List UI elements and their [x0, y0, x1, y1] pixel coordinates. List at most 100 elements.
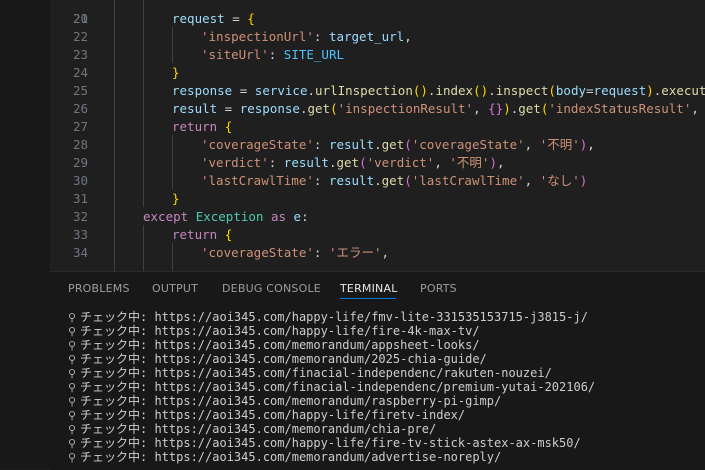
code-token: except [143, 209, 189, 224]
line-number: 31 [72, 191, 88, 206]
code-text: response = service.urlInspection().index… [172, 82, 705, 100]
code-token: request [172, 11, 225, 26]
code-token: ) [646, 83, 654, 98]
code-token: : [268, 47, 284, 62]
code-text: 'coverageState': 'エラー', [201, 244, 389, 262]
code-token: } [172, 65, 180, 80]
code-token: 'エラー' [328, 245, 382, 260]
code-line: 21 request = { [50, 10, 705, 28]
tab-debug-console[interactable]: DEBUG CONSOLE [222, 282, 321, 295]
terminal-line: ⚲ チェック中: https://aoi345.com/finacial-inde… [68, 366, 552, 380]
code-token: , [473, 101, 489, 116]
terminal-url: https://aoi345.com/memorandum/2025-chia-… [154, 352, 487, 366]
code-token: 'coverageState' [411, 137, 525, 152]
active-tab-indicator [340, 298, 396, 299]
line-number: 27 [72, 119, 88, 134]
code-token: : [268, 155, 284, 170]
code-token: body [555, 83, 587, 98]
code-token: : [313, 137, 329, 152]
code-token: ) [489, 155, 497, 170]
code-token: ) [579, 173, 588, 188]
terminal-prefix: チェック中: [80, 394, 155, 408]
code-token: inspect [495, 83, 549, 98]
code-text: request = { [172, 10, 255, 28]
magnifier-icon: ⚲ [68, 311, 77, 324]
code-token: result [172, 101, 218, 116]
code-token: index [435, 83, 474, 98]
terminal-prefix: チェック中: [80, 366, 155, 380]
terminal-prefix: チェック中: [80, 338, 155, 352]
code-token: 'indexStatusResult' [548, 101, 692, 116]
code-text: except Exception as e: [143, 208, 309, 226]
magnifier-icon: ⚲ [68, 437, 77, 450]
code-token: } [172, 191, 180, 206]
tab-ports[interactable]: PORTS [420, 282, 457, 295]
magnifier-icon: ⚲ [68, 353, 77, 366]
terminal-url: https://aoi345.com/memorandum/raspberry-… [154, 394, 502, 408]
tab-terminal[interactable]: TERMINAL [340, 282, 398, 295]
terminal-prefix: チェック中: [80, 436, 155, 450]
code-token: as [270, 209, 287, 224]
code-token: 'verdict' [201, 155, 269, 170]
magnifier-icon: ⚲ [68, 395, 77, 408]
terminal-url: https://aoi345.com/happy-life/fire-4k-ma… [154, 324, 480, 338]
code-line-partial-top: 20 [50, 0, 705, 26]
terminal-prefix: チェック中: [80, 422, 155, 436]
magnifier-icon: ⚲ [68, 451, 77, 464]
code-token: response [172, 83, 233, 98]
tab-output[interactable]: OUTPUT [152, 282, 198, 295]
code-token: = [224, 11, 248, 26]
code-token: , [691, 101, 705, 116]
terminal-line: ⚲ チェック中: https://aoi345.com/memorandum/ra… [68, 394, 501, 408]
code-token: , [524, 137, 540, 152]
code-line: 33 return { [50, 226, 705, 244]
code-token: ) [503, 101, 511, 116]
code-token: 'coverageState' [201, 245, 314, 260]
code-token: : [313, 29, 329, 44]
code-token: ( [404, 173, 412, 188]
code-token: result [328, 173, 375, 188]
code-token: , [496, 155, 505, 170]
indent-guide [172, 135, 173, 189]
code-text: 'inspectionUrl': target_url, [201, 28, 412, 46]
code-token: response [239, 101, 300, 116]
line-number: 33 [72, 227, 88, 242]
code-token: = [586, 83, 594, 98]
code-text: 'verdict': result.get('verdict', '不明'), [201, 154, 505, 172]
code-line: 30'lastCrawlTime': result.get('lastCrawl… [50, 172, 705, 190]
code-token: , [434, 155, 450, 170]
terminal-line: ⚲ チェック中: https://aoi345.com/memorandum/ad… [68, 450, 501, 464]
code-token: request [593, 83, 647, 98]
code-text: } [172, 190, 180, 208]
code-text: return { [172, 118, 232, 136]
code-token: () [412, 83, 428, 98]
terminal-line: ⚲ チェック中: https://aoi345.com/memorandum/ch… [68, 422, 436, 436]
code-token: ( [548, 83, 556, 98]
line-number: 34 [72, 245, 88, 260]
line-number: 24 [72, 65, 88, 80]
code-text: return { [172, 226, 232, 244]
line-number: 25 [72, 83, 88, 98]
line-number: 26 [72, 101, 88, 116]
panel-tabs: PROBLEMS OUTPUT DEBUG CONSOLE TERMINAL P… [50, 272, 705, 306]
code-token: 'siteUrl' [201, 47, 269, 62]
code-token: return [172, 119, 218, 134]
magnifier-icon: ⚲ [68, 367, 77, 380]
code-text: 'siteUrl': SITE_URL [201, 46, 344, 64]
terminal-prefix: チェック中: [80, 352, 155, 366]
code-token: get [518, 101, 541, 116]
code-token: { [224, 227, 233, 242]
terminal-prefix: チェック中: [80, 408, 155, 422]
code-token: = [232, 83, 255, 98]
code-editor[interactable]: 20 21 request = {22'inspectionUrl': targe… [50, 0, 705, 271]
code-token: . [374, 173, 382, 188]
code-line: 28'coverageState': result.get('coverageS… [50, 136, 705, 154]
code-line: 26 result = response.get('inspectionResul… [50, 100, 705, 118]
tab-problems[interactable]: PROBLEMS [68, 282, 130, 295]
code-token: : [301, 209, 309, 224]
code-token: return [172, 227, 218, 242]
code-token: 'lastCrawlTime' [411, 173, 525, 188]
